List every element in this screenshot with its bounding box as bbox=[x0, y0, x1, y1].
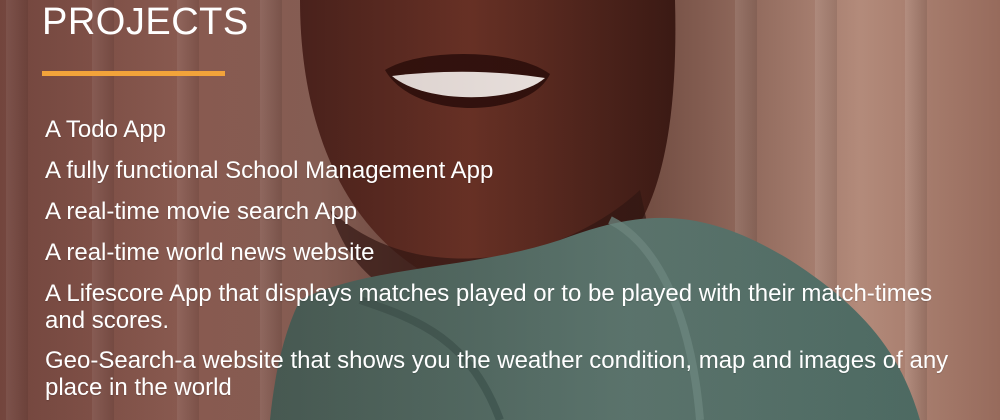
project-item: A fully functional School Management App bbox=[45, 157, 494, 184]
section-title: PROJECTS bbox=[42, 1, 249, 43]
project-item: A Todo App bbox=[45, 116, 167, 143]
project-item: A real-time movie search App bbox=[45, 198, 358, 225]
projects-banner: PROJECTS A Todo App A fully functional S… bbox=[0, 0, 1000, 420]
projects-content: PROJECTS A Todo App A fully functional S… bbox=[42, 0, 977, 420]
projects-list: A Todo App A fully functional School Man… bbox=[45, 116, 975, 414]
title-underline bbox=[42, 71, 225, 76]
project-item: Geo-Search-a website that shows you the … bbox=[45, 347, 949, 401]
project-item: A Lifescore App that displays matches pl… bbox=[45, 280, 933, 334]
project-item: A real-time world news website bbox=[45, 239, 375, 266]
